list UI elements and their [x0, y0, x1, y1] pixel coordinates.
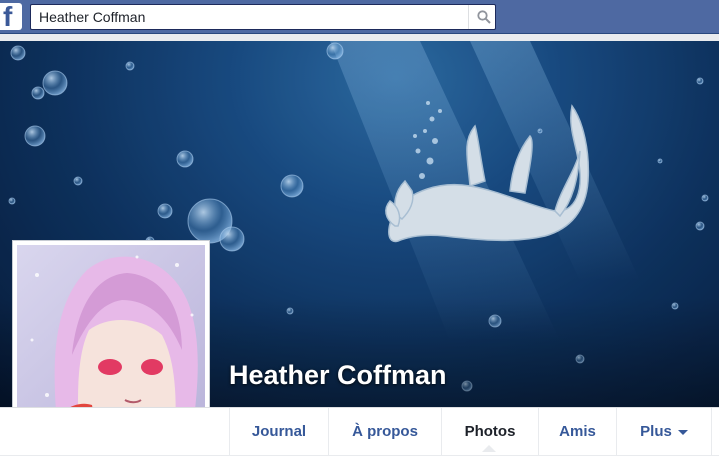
- tab-more[interactable]: Plus: [616, 408, 711, 456]
- tab-friends[interactable]: Amis: [538, 408, 616, 456]
- search-input[interactable]: Heather Coffman: [39, 9, 145, 25]
- tab-label: À propos: [352, 423, 418, 440]
- tab-label: Amis: [559, 423, 596, 440]
- facebook-logo-icon[interactable]: f: [0, 3, 22, 30]
- top-bar: f Heather Coffman: [0, 0, 719, 34]
- tab-label: Plus: [640, 423, 672, 440]
- tab-label: Journal: [251, 423, 307, 440]
- search-bar[interactable]: Heather Coffman: [30, 4, 496, 30]
- profile-nav-bar: Journal À propos Photos Amis Plus: [0, 407, 719, 456]
- profile-name[interactable]: Heather Coffman: [229, 360, 447, 391]
- nav-divider: [711, 408, 712, 456]
- tab-journal[interactable]: Journal: [229, 408, 328, 456]
- caret-down-icon: [677, 429, 688, 435]
- search-divider: [468, 5, 469, 29]
- tab-about[interactable]: À propos: [328, 408, 441, 456]
- search-icon[interactable]: [477, 10, 491, 24]
- active-tab-indicator: [482, 445, 496, 452]
- tab-label: Photos: [464, 423, 516, 440]
- profile-artwork: [17, 245, 205, 433]
